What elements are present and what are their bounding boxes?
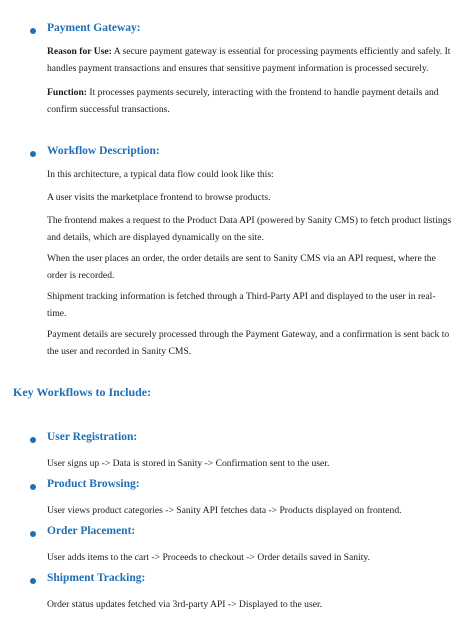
bullet-icon <box>30 578 36 584</box>
workflow-item-title: Order Placement: <box>47 525 136 537</box>
workflow-item-text: User signs up -> Data is stored in Sanit… <box>47 458 330 469</box>
bullet-icon <box>30 28 36 34</box>
workflow-item-text: User adds items to the cart -> Proceeds … <box>47 552 370 563</box>
key-workflows-heading: Key Workflows to Include: <box>13 385 152 399</box>
workflow-item-title: Product Browsing: <box>47 478 140 490</box>
document-page: Payment Gateway: Reason for Use: A secur… <box>0 0 475 642</box>
workflow-description-heading: Workflow Description: <box>47 145 160 157</box>
function-text: It processes payments securely, interact… <box>47 87 439 115</box>
workflow-paragraph: The frontend makes a request to the Prod… <box>47 215 452 243</box>
workflow-item-title: Shipment Tracking: <box>47 572 146 584</box>
workflow-paragraph: A user visits the marketplace frontend t… <box>47 192 271 203</box>
workflow-paragraph: In this architecture, a typical data flo… <box>47 169 274 180</box>
function-paragraph: Function: It processes payments securely… <box>47 84 452 118</box>
workflow-item-title: User Registration: <box>47 431 138 443</box>
workflow-item-text: User views product categories -> Sanity … <box>47 505 402 516</box>
function-label: Function: <box>47 87 87 98</box>
workflow-paragraph: When the user places an order, the order… <box>47 253 436 281</box>
bullet-icon <box>30 151 36 157</box>
bullet-icon <box>30 437 36 443</box>
bullet-icon <box>30 531 36 537</box>
reason-label: Reason for Use: <box>47 46 112 57</box>
workflow-paragraph: Shipment tracking information is fetched… <box>47 291 436 319</box>
bullet-icon <box>30 484 36 490</box>
reason-for-use-paragraph: Reason for Use: A secure payment gateway… <box>47 43 452 77</box>
workflow-item-text: Order status updates fetched via 3rd-par… <box>47 599 323 610</box>
workflow-paragraph: Payment details are securely processed t… <box>47 329 450 357</box>
payment-gateway-heading: Payment Gateway: <box>47 22 141 34</box>
